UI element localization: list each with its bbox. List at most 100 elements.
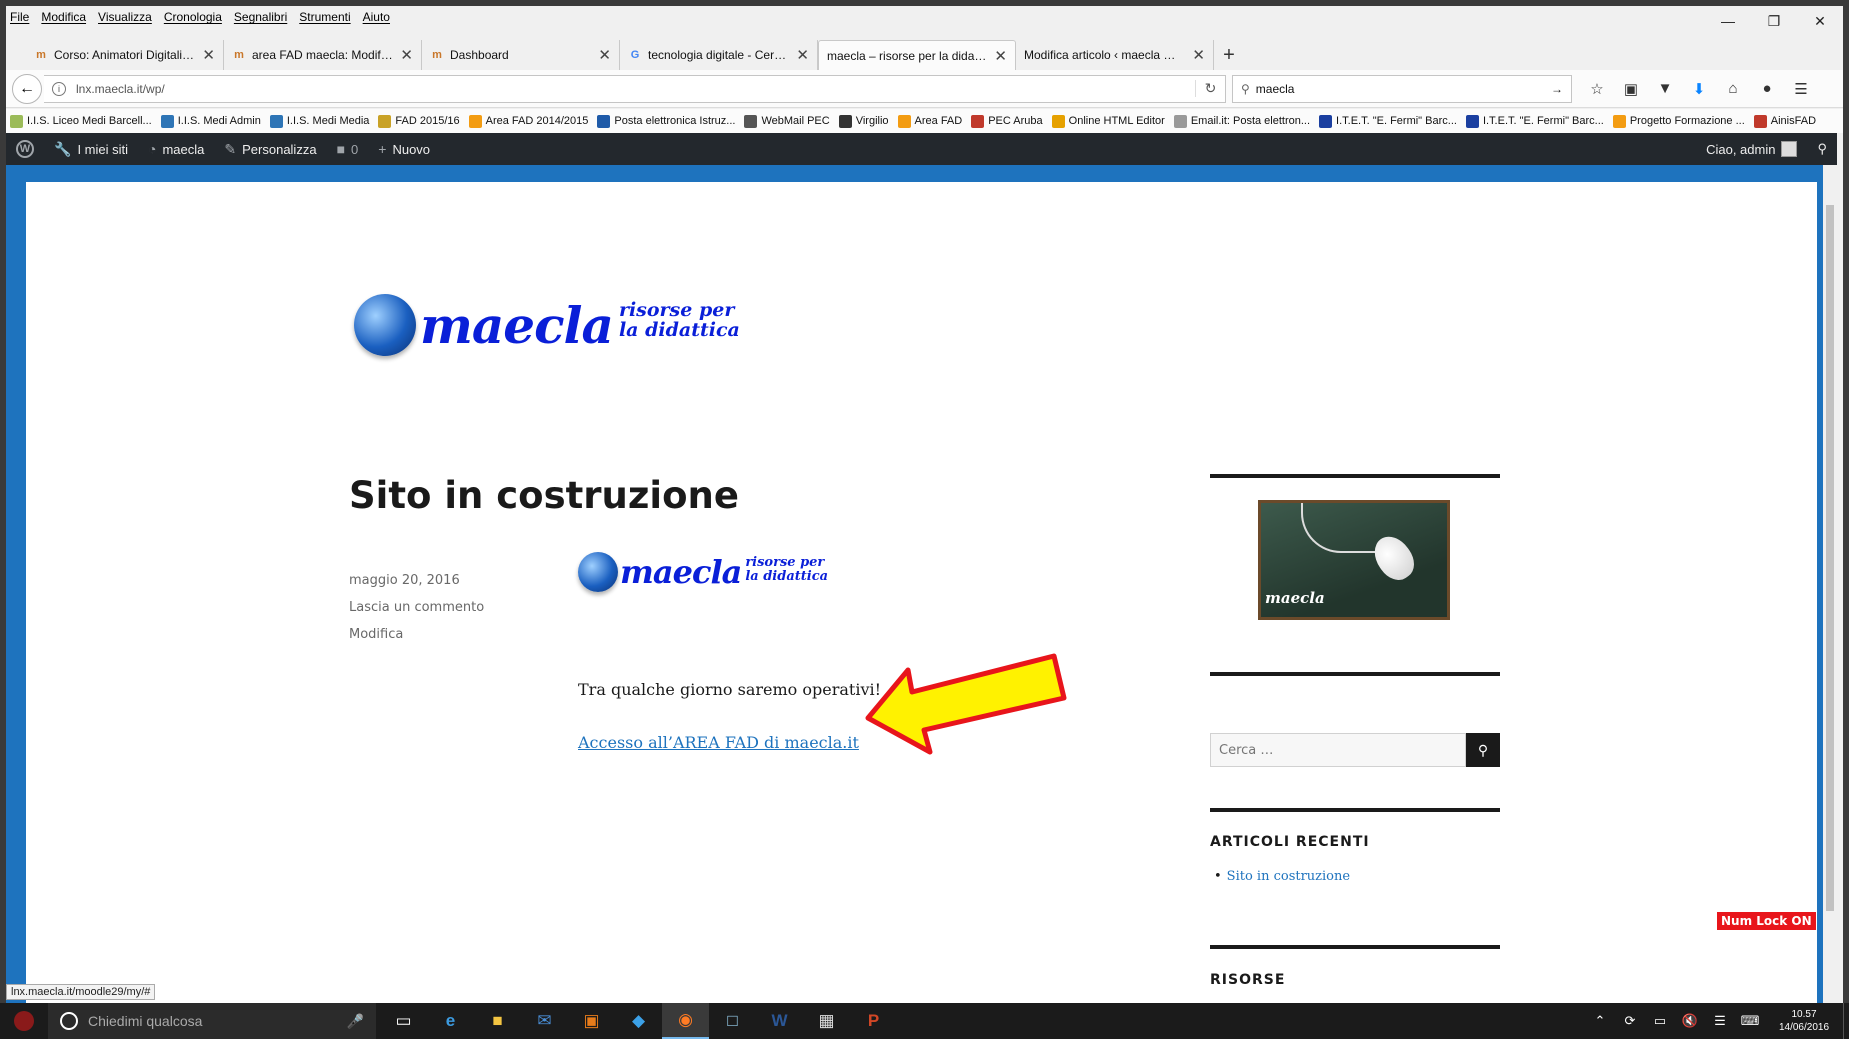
address-bar[interactable]: i lnx.maecla.it/wp/ ↻: [44, 74, 1226, 103]
dropbox-icon[interactable]: ◆: [615, 1003, 662, 1039]
info-icon[interactable]: i: [52, 81, 66, 96]
close-icon[interactable]: ✕: [1192, 46, 1205, 64]
area-fad-link[interactable]: Accesso all’AREA FAD di maecla.it: [578, 733, 859, 752]
bookmark-favicon-icon: [597, 114, 611, 128]
reload-icon[interactable]: ↻: [1195, 80, 1225, 97]
url-text: lnx.maecla.it/wp/: [76, 81, 165, 96]
bookmark-item[interactable]: Posta elettronica Istruz...: [597, 114, 735, 128]
bookmark-item[interactable]: Area FAD: [897, 114, 962, 128]
new-tab-button[interactable]: +: [1214, 40, 1244, 70]
notepad-icon[interactable]: □: [709, 1003, 756, 1039]
edge-icon[interactable]: e: [427, 1003, 474, 1039]
microphone-icon[interactable]: 🎤: [347, 1013, 364, 1030]
bookmark-label: AinisFAD: [1770, 115, 1817, 127]
search-button[interactable]: ⚲: [1466, 733, 1500, 767]
close-icon[interactable]: ✕: [598, 46, 611, 64]
bookmark-favicon-icon: [971, 114, 985, 128]
close-icon[interactable]: ✕: [994, 47, 1007, 65]
close-icon[interactable]: ✕: [400, 46, 413, 64]
post-date[interactable]: maggio 20, 2016: [349, 573, 484, 591]
search-input[interactable]: [1210, 733, 1466, 767]
tab-area-fad[interactable]: m area FAD maecla: Modifica ✕: [224, 40, 422, 70]
bookmark-item[interactable]: Online HTML Editor: [1051, 114, 1165, 128]
bookmark-item[interactable]: WebMail PEC: [744, 114, 830, 128]
search-bar[interactable]: ⚲ maecla →: [1232, 74, 1572, 103]
bookmark-item[interactable]: PEC Aruba: [971, 114, 1043, 128]
bookmark-item[interactable]: Email.it: Posta elettron...: [1173, 114, 1310, 128]
bookmark-item[interactable]: Progetto Formazione ...: [1612, 114, 1745, 128]
menu-file[interactable]: File: [10, 10, 29, 24]
close-icon[interactable]: ✕: [202, 46, 215, 64]
wordpress-logo-icon[interactable]: W: [6, 133, 44, 165]
menu-visualizza[interactable]: Visualizza: [98, 10, 152, 24]
thunderbird-icon[interactable]: ✉: [521, 1003, 568, 1039]
admin-bar-site[interactable]: ◔ maecla: [138, 133, 214, 165]
restore-icon[interactable]: ❐: [1751, 6, 1797, 36]
minimize-icon[interactable]: —: [1705, 6, 1751, 36]
back-button[interactable]: ←: [12, 73, 42, 104]
menu-segnalibri[interactable]: Segnalibri: [234, 10, 287, 24]
admin-bar-my-sites[interactable]: 🔧 I miei siti: [44, 133, 138, 165]
menu-strumenti[interactable]: Strumenti: [299, 10, 350, 24]
close-icon[interactable]: ✕: [796, 46, 809, 64]
admin-bar-customize[interactable]: ✎ Personalizza: [214, 133, 326, 165]
menu-cronologia[interactable]: Cronologia: [164, 10, 222, 24]
bookmark-item[interactable]: Area FAD 2014/2015: [468, 114, 588, 128]
volume-muted-icon[interactable]: 🔇: [1675, 1013, 1705, 1029]
tab-maecla[interactable]: maecla – risorse per la didattica ✕: [818, 40, 1016, 70]
admin-bar-new[interactable]: + Nuovo: [368, 133, 440, 165]
menu-modifica[interactable]: Modifica: [41, 10, 86, 24]
powerpoint-icon[interactable]: P: [850, 1003, 897, 1039]
keyboard-icon[interactable]: ⌨: [1735, 1013, 1765, 1029]
admin-bar-search-icon[interactable]: ⚲: [1807, 133, 1837, 165]
tab-corso[interactable]: m Corso: Animatori Digitali -... ✕: [26, 40, 224, 70]
start-button[interactable]: [0, 1003, 48, 1039]
admin-bar-account[interactable]: Ciao, admin: [1696, 133, 1807, 165]
home-icon[interactable]: ⌂: [1716, 74, 1750, 104]
word-icon[interactable]: W: [756, 1003, 803, 1039]
scrollbar[interactable]: [1823, 165, 1837, 1003]
file-explorer-icon[interactable]: ■: [474, 1003, 521, 1039]
show-desktop-button[interactable]: [1843, 1003, 1849, 1039]
admin-bar-comments[interactable]: ■ 0: [327, 133, 369, 165]
network-sync-icon[interactable]: ⟳: [1615, 1013, 1645, 1029]
bookmark-item[interactable]: I.T.E.T. "E. Fermi" Barc...: [1465, 114, 1604, 128]
bookmark-item[interactable]: I.T.E.T. "E. Fermi" Barc...: [1319, 114, 1457, 128]
bookmark-item[interactable]: FAD 2015/16: [378, 114, 460, 128]
reading-list-icon[interactable]: ▣: [1614, 74, 1648, 104]
tab-dashboard[interactable]: m Dashboard ✕: [422, 40, 620, 70]
clock[interactable]: 10.57 14/06/2016: [1765, 1008, 1843, 1034]
system-tray: ⌃ ⟳ ▭ 🔇 ☰ ⌨ 10.57 14/06/2016: [1585, 1003, 1849, 1039]
recent-post-link[interactable]: Sito in costruzione: [1214, 869, 1350, 884]
chat-icon[interactable]: ●: [1750, 74, 1784, 104]
cortana-search[interactable]: Chiedimi qualcosa 🎤: [48, 1003, 376, 1039]
edit-link[interactable]: Modifica: [349, 627, 484, 645]
go-arrow-icon[interactable]: →: [1551, 82, 1563, 96]
comment-link[interactable]: Lascia un commento: [349, 600, 484, 618]
bookmark-item[interactable]: AinisFAD: [1753, 114, 1817, 128]
widget-divider: [1210, 808, 1500, 812]
hamburger-menu-icon[interactable]: ☰: [1784, 74, 1818, 104]
task-view-icon[interactable]: ▭: [380, 1003, 427, 1039]
tab-modifica-articolo[interactable]: Modifica articolo ‹ maecla — ... ✕: [1016, 40, 1214, 70]
site-logo[interactable]: maecla risorse per la didattica: [354, 294, 740, 356]
pocket-icon[interactable]: ▼: [1648, 74, 1682, 104]
bookmark-item[interactable]: I.I.S. Medi Admin: [160, 114, 261, 128]
menu-aiuto[interactable]: Aiuto: [363, 10, 390, 24]
chevron-up-icon[interactable]: ⌃: [1585, 1013, 1615, 1029]
bookmark-item[interactable]: Virgilio: [838, 114, 889, 128]
firefox-icon[interactable]: ◉: [662, 1003, 709, 1039]
calculator-icon[interactable]: ▦: [803, 1003, 850, 1039]
tab-google-search[interactable]: G tecnologia digitale - Cerca... ✕: [620, 40, 818, 70]
close-window-icon[interactable]: ✕: [1797, 6, 1843, 36]
google-icon: G: [630, 49, 640, 61]
bookmark-item[interactable]: I.I.S. Liceo Medi Barcell...: [10, 114, 152, 128]
bookmark-star-icon[interactable]: ☆: [1580, 74, 1614, 104]
store-icon[interactable]: ▣: [568, 1003, 615, 1039]
download-icon[interactable]: ⬇: [1682, 74, 1716, 104]
notifications-icon[interactable]: ☰: [1705, 1013, 1735, 1029]
globe-icon: [578, 552, 618, 592]
network-icon[interactable]: ▭: [1645, 1013, 1675, 1029]
bookmark-item[interactable]: I.I.S. Medi Media: [269, 114, 369, 128]
scrollbar-thumb[interactable]: [1826, 205, 1834, 911]
